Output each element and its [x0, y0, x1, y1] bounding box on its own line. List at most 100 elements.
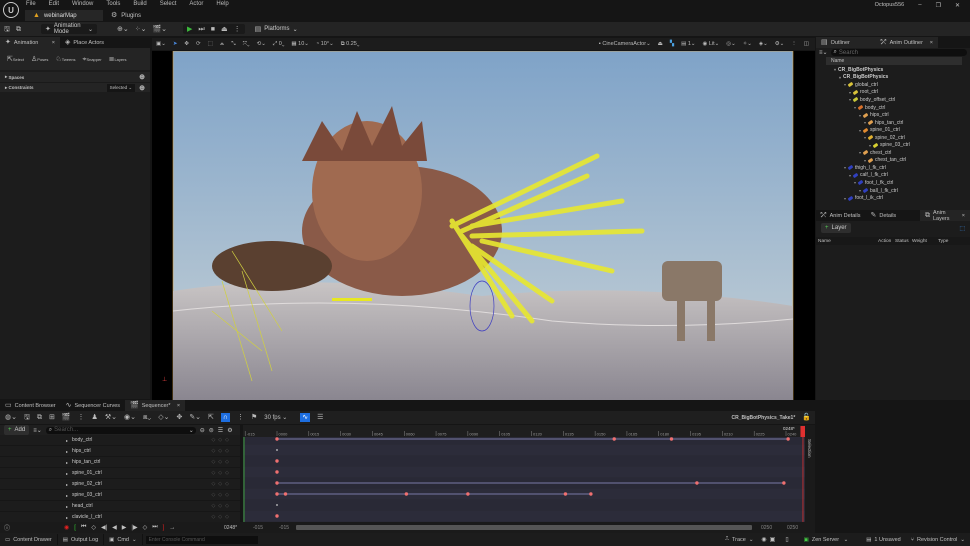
blueprint-icon[interactable]: ⁘⌄ — [135, 26, 147, 33]
menu-window[interactable]: Window — [72, 1, 93, 7]
rotation-snap-icon[interactable]: ⟲⌄ — [257, 41, 266, 47]
key-icon[interactable]: ◇⌄ — [158, 414, 169, 421]
tab-webinarmap[interactable]: ▲ webinarMap — [25, 10, 103, 21]
fps-dropdown[interactable]: 30 fps ⌄ — [264, 414, 287, 421]
save-icon[interactable]: ▯ — [785, 536, 788, 543]
tool-select[interactable]: ⇱Select — [7, 56, 24, 63]
close-icon[interactable]: × — [930, 40, 933, 46]
close-icon[interactable]: × — [177, 403, 180, 409]
view-icon[interactable]: ◉⌄ — [124, 414, 136, 421]
expand-arrow-icon[interactable]: ▸ — [66, 438, 68, 443]
expand-arrow-icon[interactable]: ▾ — [859, 150, 861, 155]
keyframe[interactable] — [276, 449, 278, 451]
more-icon[interactable]: ⋮ — [791, 41, 797, 47]
revision-control-button[interactable]: ⑂ Revision Control ⌄ — [906, 534, 970, 545]
outliner-item[interactable]: ▾ calf_l_fk_ctrl — [816, 172, 970, 180]
expand-arrow-icon[interactable]: ▾ — [849, 90, 851, 95]
prev-key-icon[interactable]: ◇ — [91, 524, 96, 531]
scale-snap[interactable]: ⧉ 0.25⌄ — [341, 41, 360, 48]
outliner-item[interactable]: ▾ CR_BigBotPhysics — [816, 74, 970, 82]
keyframe[interactable] — [786, 437, 790, 441]
tab-outliner[interactable]: ▤ Outliner — [816, 37, 876, 48]
tools-icon[interactable]: ⚒⌄ — [105, 414, 117, 421]
output-log-button[interactable]: ▤ Output Log — [58, 534, 105, 545]
level-viewport[interactable]: ⊥ — [152, 50, 815, 401]
screen-dropdown[interactable]: ▤ 1⌄ — [681, 41, 695, 47]
save-as-icon[interactable]: ⧉ — [37, 414, 42, 421]
column-name[interactable]: Name — [816, 239, 878, 244]
expand-arrow-icon[interactable]: ▾ — [854, 105, 856, 110]
track-row[interactable]: ▸ body_ctrl ◇◇◇ — [0, 435, 240, 446]
name-column-header[interactable]: Name — [826, 57, 962, 65]
maximize-button[interactable]: ❐ — [936, 2, 941, 9]
key-nav-icons[interactable]: ◇◇◇ — [211, 459, 232, 465]
key-nav-icons[interactable]: ◇◇◇ — [211, 503, 232, 509]
zen-server-button[interactable]: ▣ Zen Server ⌄ — [799, 534, 854, 545]
keyframe[interactable] — [695, 481, 699, 485]
track-row[interactable]: ▸ hips_tan_ctrl ◇◇◇ — [0, 457, 240, 468]
angle-snap[interactable]: ◔ 10°⌄ — [316, 41, 334, 47]
more-icon[interactable]: ⋮ — [78, 414, 85, 421]
collapse-icon[interactable]: ⊖ — [200, 427, 205, 434]
platforms-dropdown[interactable]: ▤ Platforms ⌄ — [251, 24, 302, 34]
render-icon[interactable]: ⊞ — [49, 414, 55, 421]
curve-editor-icon[interactable]: ∿ — [300, 413, 311, 422]
track-lane[interactable] — [243, 467, 805, 477]
keyframe[interactable] — [275, 437, 279, 441]
tab-plugins[interactable]: ⚙ Plugins — [103, 10, 149, 21]
tab-sequencer-curves[interactable]: ∿ Sequencer Curves — [61, 400, 125, 411]
camera-icon[interactable]: ▣ — [770, 536, 776, 543]
outliner-item[interactable]: ▾ chest_ctrl — [816, 149, 970, 157]
tool-snapper[interactable]: ⌖Snapper — [82, 56, 101, 63]
expand-arrow-icon[interactable]: ▾ — [849, 97, 851, 102]
expand-arrow-icon[interactable]: ▾ — [864, 158, 866, 163]
settings-icon[interactable]: ⚙ — [227, 427, 232, 434]
keyframe[interactable] — [275, 492, 279, 496]
more-icon[interactable]: ⋮ — [234, 26, 241, 33]
perspective-icon[interactable]: ▣⌄ — [156, 41, 166, 47]
tab-details[interactable]: ✎ Details — [865, 210, 901, 221]
layer-settings-icon[interactable]: ⬚ — [959, 225, 965, 232]
key-nav-icons[interactable]: ◇◇◇ — [211, 492, 232, 498]
keyframe[interactable] — [276, 504, 278, 506]
key-nav-icons[interactable]: ◇◇◇ — [211, 470, 232, 476]
keyframe[interactable] — [563, 492, 568, 496]
surface-snap-icon[interactable]: ⩕ — [220, 41, 224, 48]
realtime-icon[interactable]: ✧⌄ — [743, 41, 752, 47]
track-row[interactable]: ▸ spine_03_ctrl ◇◇◇ — [0, 490, 240, 501]
expand-arrow-icon[interactable]: ▾ — [849, 173, 851, 178]
view-mode-dropdown[interactable]: ◉ Lit⌄ — [703, 41, 720, 47]
keyframe[interactable] — [612, 437, 616, 441]
save-icon[interactable]: 🖫 — [4, 26, 10, 33]
track-row[interactable]: ▸ hips_ctrl ◇◇◇ — [0, 446, 240, 457]
add-layer-button[interactable]: + Layer — [821, 223, 851, 233]
outliner-search-input[interactable]: ⌕ Search — [830, 49, 967, 56]
outliner-item[interactable]: ▾ global_ctrl — [816, 81, 970, 89]
working-range-start[interactable]: -015 — [279, 525, 289, 531]
camera-dropdown[interactable]: ▪ CineCameraActor⌄ — [599, 41, 651, 47]
browse-icon[interactable]: ⧉ — [16, 26, 21, 33]
mode-dropdown[interactable]: ✦ Animation Mode ⌄ — [40, 23, 97, 35]
snap-magnet-icon[interactable]: ∩ — [220, 413, 230, 422]
expand-arrow-icon[interactable]: ▾ — [859, 128, 861, 133]
marker-icon[interactable]: ⚑ — [251, 414, 257, 421]
settings-icon[interactable]: ⚙⌄ — [775, 41, 785, 47]
play-icon[interactable]: ▶ — [187, 26, 192, 33]
column-status[interactable]: Status — [895, 239, 912, 244]
sequence-name[interactable]: CR_BigBotPhysics_Take1* — [731, 415, 795, 421]
outliner-item[interactable]: ▾ spine_01_ctrl — [816, 126, 970, 134]
unreal-logo-icon[interactable]: U — [3, 2, 19, 18]
keyframe[interactable] — [669, 437, 674, 441]
keyframe[interactable] — [466, 492, 470, 496]
close-icon[interactable]: × — [52, 40, 55, 46]
next-key-icon[interactable]: ◇ — [143, 524, 148, 531]
current-frame[interactable]: 0248* — [224, 525, 237, 531]
rotate-icon[interactable]: ⟳ — [196, 41, 201, 47]
tab-anim-outliner[interactable]: ⤱ Anim Outliner × — [876, 37, 938, 48]
outliner-item[interactable]: ▾ hips_ctrl — [816, 111, 970, 119]
track-row[interactable]: ▸ spine_02_ctrl ◇◇◇ — [0, 479, 240, 490]
track-lane[interactable] — [243, 456, 805, 466]
cinematic-preview-icon[interactable]: ▚ — [670, 41, 674, 47]
actor-icon[interactable]: ♟ — [92, 414, 98, 421]
track-search-input[interactable]: ⌕ Search... ⌄ — [45, 426, 196, 434]
